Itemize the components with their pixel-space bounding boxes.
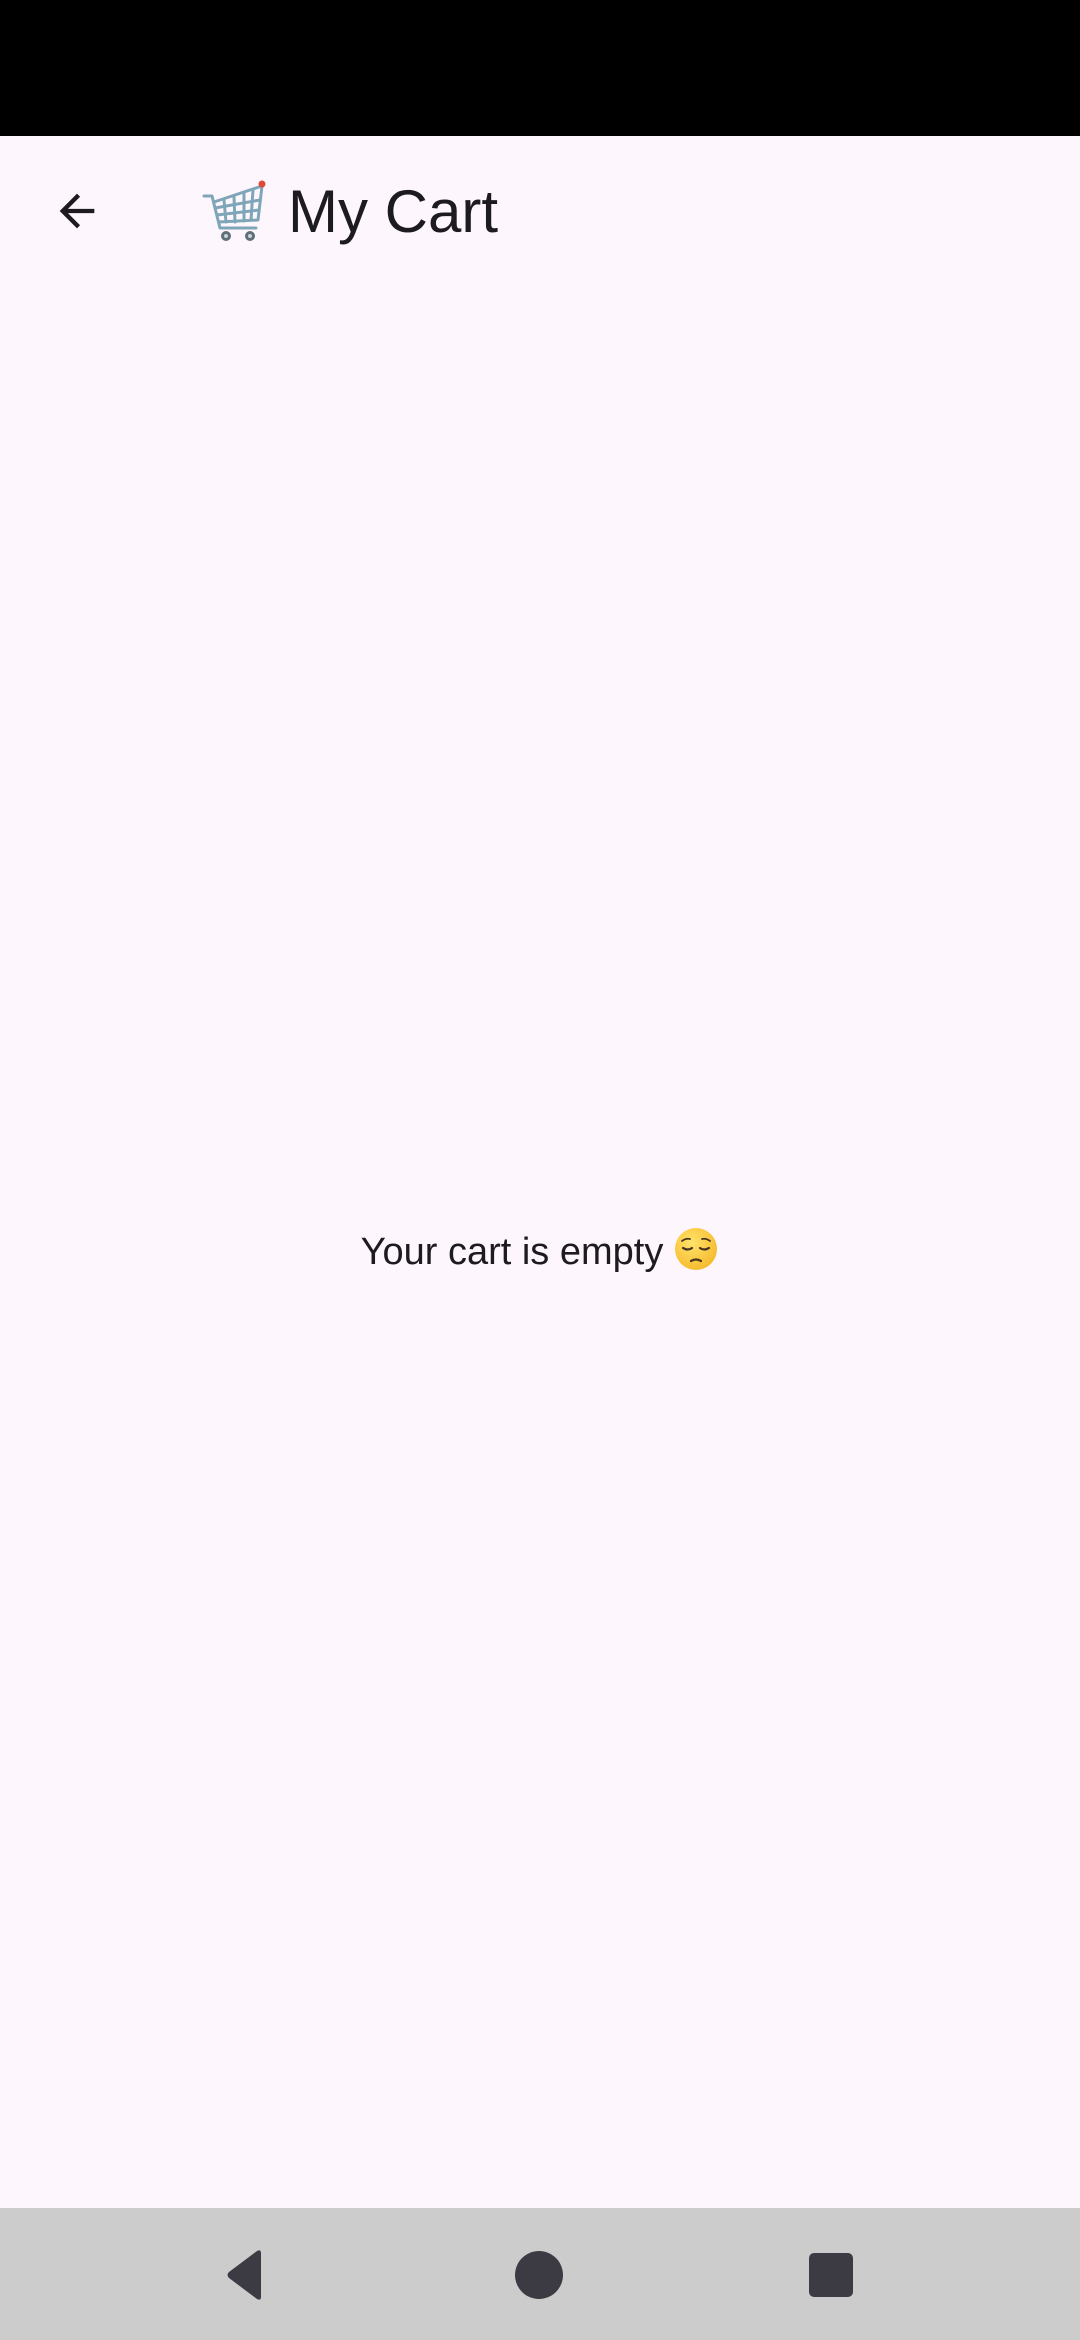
nav-recents-icon (809, 2253, 853, 2297)
status-bar (0, 0, 1080, 136)
pensive-face-icon (675, 1228, 718, 1270)
shopping-cart-icon (202, 180, 266, 241)
nav-back-icon (227, 2250, 261, 2300)
nav-home-button[interactable] (494, 2230, 584, 2320)
page-title: My Cart (198, 172, 498, 252)
nav-recents-button[interactable] (786, 2230, 876, 2320)
cart-content: Your cart is empty (0, 286, 1080, 2208)
nav-home-icon (515, 2251, 563, 2299)
empty-cart-message: Your cart is empty (0, 1224, 1080, 1280)
app-bar: My Cart (0, 136, 1080, 286)
arrow-back-icon (59, 193, 95, 229)
empty-cart-text: Your cart is empty (360, 1231, 664, 1273)
page-title-text: My Cart (288, 178, 498, 245)
nav-back-button[interactable] (202, 2230, 292, 2320)
system-navigation-bar (0, 2208, 1080, 2340)
back-button[interactable] (32, 166, 122, 256)
